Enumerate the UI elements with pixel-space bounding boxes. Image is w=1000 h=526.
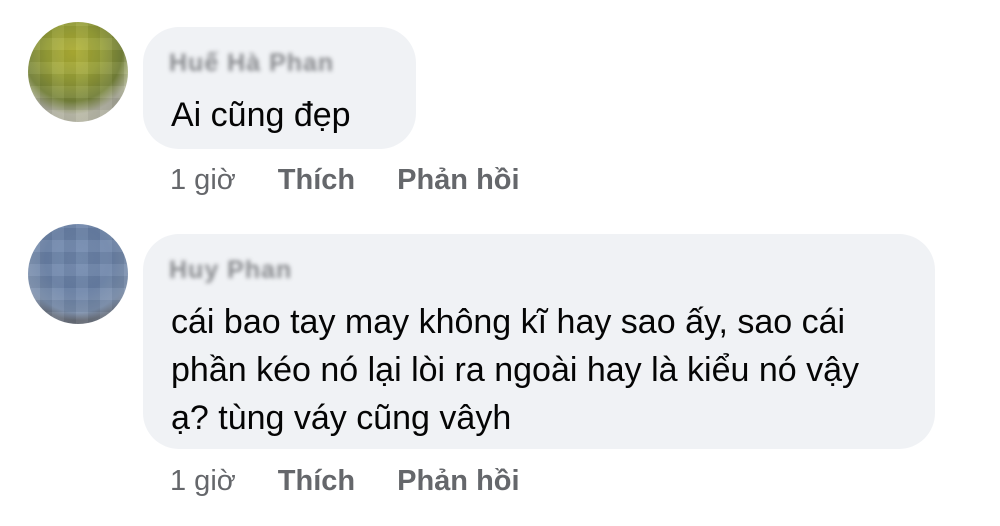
comment-timestamp[interactable]: 1 giờ	[170, 162, 236, 198]
comment-text-line: ạ? tùng váy cũng vâyh	[171, 399, 512, 437]
comment-text-line: phần kéo nó lại lòi ra ngoài hay là kiểu…	[171, 351, 860, 389]
avatar[interactable]	[28, 22, 128, 122]
like-button[interactable]: Thích	[278, 463, 355, 499]
comment-author-name[interactable]: Huế Hà Phan	[169, 49, 334, 78]
comment-text-line: cái bao tay may không kĩ hay sao ấy, sao…	[171, 303, 846, 341]
avatar[interactable]	[28, 224, 128, 324]
comment-actions: 1 giờ Thích Phản hồi	[170, 162, 562, 198]
comment-text: Ai cũng đẹp	[171, 91, 351, 139]
comment-bubble: Huế Hà Phan Ai cũng đẹp	[143, 27, 416, 149]
comment-text-line: Ai cũng đẹp	[171, 96, 351, 134]
comment-text: cái bao tay may không kĩ hay sao ấy, sao…	[171, 298, 859, 442]
comment-bubble: Huy Phan cái bao tay may không kĩ hay sa…	[143, 234, 935, 449]
reply-button[interactable]: Phản hồi	[397, 463, 519, 499]
comment-author-name[interactable]: Huy Phan	[169, 256, 292, 285]
comment-timestamp[interactable]: 1 giờ	[170, 463, 236, 499]
comment-actions: 1 giờ Thích Phản hồi	[170, 463, 562, 499]
reply-button[interactable]: Phản hồi	[397, 162, 519, 198]
like-button[interactable]: Thích	[278, 162, 355, 198]
